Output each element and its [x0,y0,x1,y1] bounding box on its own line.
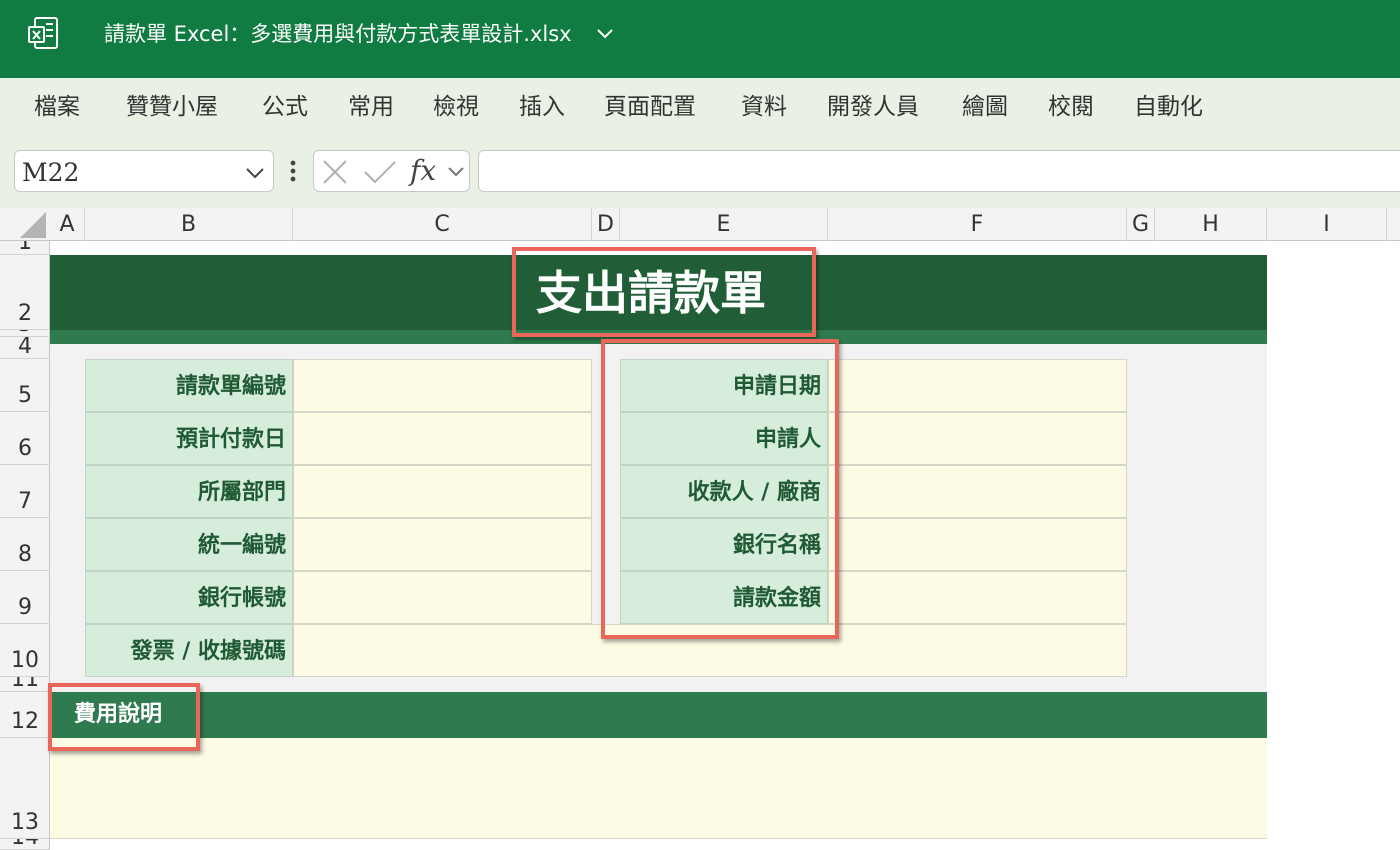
column-header-i[interactable]: I [1267,208,1387,241]
insert-function-button[interactable]: fx [410,152,446,190]
input-payee[interactable] [828,465,1127,518]
chevron-down-icon[interactable] [446,162,466,182]
section-header-bar[interactable] [50,692,1267,738]
tab-formulas[interactable]: 公式 [262,90,308,124]
input-applicant[interactable] [828,412,1127,465]
row-header-12[interactable]: 12 [0,692,50,738]
tab-automate[interactable]: 自動化 [1134,90,1203,124]
column-header-e[interactable]: E [620,208,828,241]
more-options-icon[interactable] [286,158,300,184]
input-request-number[interactable] [293,359,592,412]
chevron-down-icon[interactable] [244,162,266,184]
tab-data[interactable]: 資料 [741,90,787,124]
row-header-4[interactable]: 4 [0,337,50,359]
tab-draw[interactable]: 繪圖 [962,90,1008,124]
row-header-6[interactable]: 6 [0,412,50,465]
tab-view[interactable]: 檢視 [433,90,479,124]
highlight-title [512,247,816,337]
name-box-value: M22 [22,158,80,187]
column-header-d[interactable]: D [592,208,620,241]
row-header-7[interactable]: 7 [0,465,50,518]
row-header-10[interactable]: 10 [0,624,50,677]
column-header-g[interactable]: G [1127,208,1155,241]
label-tax-id[interactable]: 統一編號 [85,518,293,571]
input-tax-id[interactable] [293,518,592,571]
input-bank-name[interactable] [828,518,1127,571]
row-header-1[interactable]: 1 [0,241,50,255]
excel-icon[interactable] [28,16,60,50]
highlight-right-labels [601,339,839,639]
column-header-f[interactable]: F [828,208,1127,241]
row-header-3[interactable]: 3 [0,330,50,337]
tab-page-layout[interactable]: 頁面配置 [604,90,696,124]
row-header-8[interactable]: 8 [0,518,50,571]
label-request-number[interactable]: 請款單編號 [85,359,293,412]
row-header-14[interactable]: 14 [0,839,50,850]
expense-description-input[interactable] [50,738,1267,839]
input-amount[interactable] [828,571,1127,624]
row-header-5[interactable]: 5 [0,359,50,412]
tab-developer[interactable]: 開發人員 [827,90,919,124]
input-payment-date[interactable] [293,412,592,465]
label-department[interactable]: 所屬部門 [85,465,293,518]
formula-input[interactable] [478,150,1400,192]
input-department[interactable] [293,465,592,518]
column-header-a[interactable]: A [50,208,85,241]
row-header-2[interactable]: 2 [0,255,50,330]
tab-file[interactable]: 檔案 [34,90,80,124]
document-title[interactable]: 請款單 Excel：多選費用與付款方式表單設計.xlsx [104,18,572,50]
tab-zanzan[interactable]: 贊贊小屋 [126,90,218,124]
column-header-c[interactable]: C [293,208,592,241]
chevron-down-icon[interactable] [596,26,614,42]
row-header-13[interactable]: 13 [0,738,50,839]
checkmark-icon[interactable] [362,158,398,186]
select-all-button[interactable] [0,208,50,241]
row-header-9[interactable]: 9 [0,571,50,624]
label-bank-account[interactable]: 銀行帳號 [85,571,293,624]
cancel-icon[interactable] [320,158,350,186]
label-payment-date[interactable]: 預計付款日 [85,412,293,465]
row-header-11[interactable]: 11 [0,677,50,692]
tab-insert[interactable]: 插入 [519,90,565,124]
tab-review[interactable]: 校閱 [1048,90,1094,124]
highlight-section-title [48,683,200,751]
column-header-b[interactable]: B [85,208,293,241]
column-header-h[interactable]: H [1155,208,1267,241]
input-bank-account[interactable] [293,571,592,624]
input-apply-date[interactable] [828,359,1127,412]
tab-home[interactable]: 常用 [348,90,394,124]
label-invoice-number[interactable]: 發票 / 收據號碼 [85,624,293,677]
